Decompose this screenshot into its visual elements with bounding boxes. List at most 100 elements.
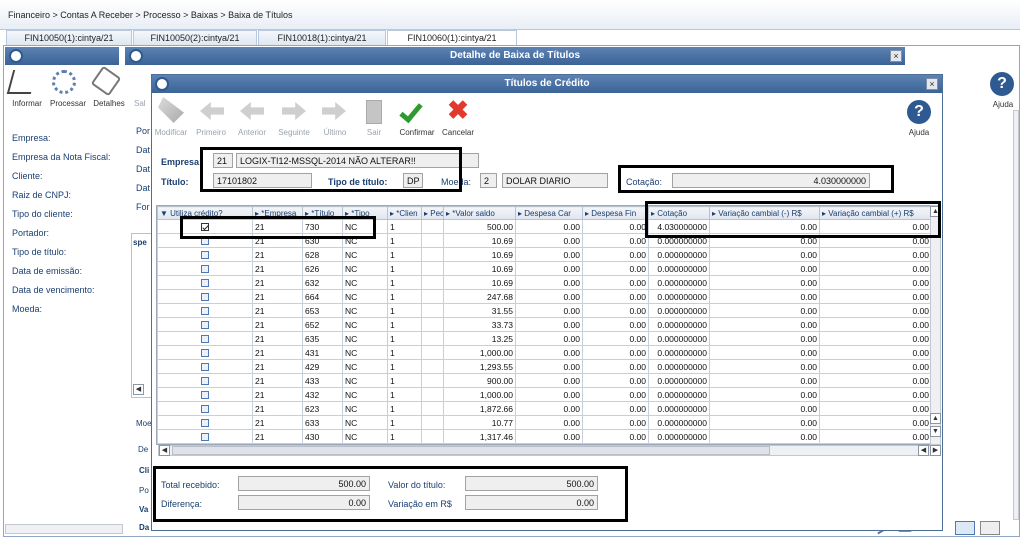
- table-row[interactable]: 21 623 NC 1 1,872.66 0.00 0.00 0.000000000 0.00 0…: [157, 401, 932, 416]
- table-row[interactable]: 21 635 NC 1 13.25 0.00 0.00 0.000000000 0.00 0.00: [157, 331, 932, 346]
- utiliza-credito-checkbox[interactable]: [201, 321, 209, 330]
- cell-titulo[interactable]: 652: [302, 317, 343, 332]
- cell-despesa-car[interactable]: 0.00: [515, 275, 583, 290]
- table-row[interactable]: 21 664 NC 1 247.68 0.00 0.00 0.000000000 0.00 0.0…: [157, 289, 932, 304]
- cell-cotacao[interactable]: 0.000000000: [648, 289, 710, 304]
- cell-titulo[interactable]: 626: [302, 261, 343, 276]
- anterior-button[interactable]: Anterior: [234, 128, 270, 137]
- tab-fin10018-1[interactable]: FIN10018(1):cintya/21: [258, 30, 386, 45]
- cell-tipo[interactable]: NC: [342, 401, 388, 416]
- cell-cotacao[interactable]: 0.000000000: [648, 415, 710, 430]
- cell-valor-saldo[interactable]: 13.25: [443, 331, 516, 346]
- cell-despesa-fin[interactable]: 0.00: [582, 331, 649, 346]
- utiliza-credito-checkbox[interactable]: [201, 349, 209, 358]
- cell-titulo[interactable]: 633: [302, 415, 343, 430]
- sair-icon[interactable]: [366, 100, 382, 124]
- cell-utiliza-credito[interactable]: [157, 373, 253, 388]
- cell-despesa-car[interactable]: 0.00: [515, 303, 583, 318]
- cell-variacao-pos[interactable]: 0.00: [819, 373, 932, 388]
- cell-tipo[interactable]: NC: [342, 359, 388, 374]
- cell-variacao-neg[interactable]: 0.00: [709, 331, 820, 346]
- dialog-close-button[interactable]: ×: [926, 78, 938, 90]
- cell-titulo[interactable]: 664: [302, 289, 343, 304]
- right-scrollbar[interactable]: [1013, 110, 1019, 520]
- cell-empresa[interactable]: 21: [252, 373, 303, 388]
- cell-titulo[interactable]: 432: [302, 387, 343, 402]
- utiliza-credito-checkbox[interactable]: [201, 419, 209, 428]
- cell-despesa-car[interactable]: 0.00: [515, 373, 583, 388]
- cell-cliente[interactable]: 1: [387, 415, 422, 430]
- cell-cliente[interactable]: 1: [387, 373, 422, 388]
- moeda-name-field[interactable]: DOLAR DIARIO: [502, 173, 608, 188]
- cell-utiliza-credito[interactable]: [157, 415, 253, 430]
- cell-cliente[interactable]: 1: [387, 303, 422, 318]
- cell-titulo[interactable]: 628: [302, 247, 343, 262]
- table-row[interactable]: 21 433 NC 1 900.00 0.00 0.00 0.000000000 0.00 0.0…: [157, 373, 932, 388]
- detail-close-button[interactable]: ×: [890, 50, 902, 62]
- table-row[interactable]: 21 431 NC 1 1,000.00 0.00 0.00 0.000000000 0.00 0…: [157, 345, 932, 360]
- table-row[interactable]: 21 626 NC 1 10.69 0.00 0.00 0.000000000 0.00 0.00: [157, 261, 932, 276]
- cell-cotacao[interactable]: 0.000000000: [648, 359, 710, 374]
- cell-cotacao[interactable]: 0.000000000: [648, 331, 710, 346]
- cancelar-button[interactable]: Cancelar: [439, 128, 477, 137]
- cell-cliente[interactable]: 1: [387, 261, 422, 276]
- cell-pec[interactable]: [421, 401, 444, 416]
- cell-valor-saldo[interactable]: 1,000.00: [443, 345, 516, 360]
- cell-variacao-pos[interactable]: 0.00: [819, 387, 932, 402]
- cell-despesa-car[interactable]: 0.00: [515, 359, 583, 374]
- cell-tipo[interactable]: NC: [342, 289, 388, 304]
- cell-cliente[interactable]: 1: [387, 345, 422, 360]
- cell-tipo[interactable]: NC: [342, 303, 388, 318]
- cell-despesa-car[interactable]: 0.00: [515, 401, 583, 416]
- cell-cotacao[interactable]: 0.000000000: [648, 261, 710, 276]
- cell-pec[interactable]: [421, 247, 444, 262]
- table-row[interactable]: 21 628 NC 1 10.69 0.00 0.00 0.000000000 0.00 0.00: [157, 247, 932, 262]
- grid-scroll-left[interactable]: ◀: [159, 445, 170, 456]
- cell-valor-saldo[interactable]: 10.69: [443, 275, 516, 290]
- cell-despesa-car[interactable]: 0.00: [515, 233, 583, 248]
- sair-button[interactable]: Sair: [360, 128, 388, 137]
- cell-variacao-pos[interactable]: 0.00: [819, 429, 932, 444]
- ajuda-button[interactable]: Ajuda: [988, 100, 1018, 109]
- cell-variacao-pos[interactable]: 0.00: [819, 261, 932, 276]
- table-row[interactable]: 21 653 NC 1 31.55 0.00 0.00 0.000000000 0.00 0.00: [157, 303, 932, 318]
- cell-utiliza-credito[interactable]: [157, 359, 253, 374]
- cell-utiliza-credito[interactable]: [157, 247, 253, 262]
- cell-titulo[interactable]: 429: [302, 359, 343, 374]
- cell-despesa-fin[interactable]: 0.00: [582, 359, 649, 374]
- cell-utiliza-credito[interactable]: [157, 317, 253, 332]
- cell-despesa-car[interactable]: 0.00: [515, 387, 583, 402]
- cell-despesa-fin[interactable]: 0.00: [582, 373, 649, 388]
- dialog-ajuda-button[interactable]: Ajuda: [904, 128, 934, 137]
- grid-vscroll[interactable]: [930, 205, 941, 445]
- cell-despesa-fin[interactable]: 0.00: [582, 401, 649, 416]
- cell-variacao-neg[interactable]: 0.00: [709, 429, 820, 444]
- cell-titulo[interactable]: 433: [302, 373, 343, 388]
- cell-variacao-neg[interactable]: 0.00: [709, 415, 820, 430]
- cell-valor-saldo[interactable]: 1,293.55: [443, 359, 516, 374]
- utiliza-credito-checkbox[interactable]: [201, 251, 209, 260]
- detalhes-button[interactable]: Detalhes: [90, 99, 128, 108]
- sal-button[interactable]: Sal: [134, 99, 146, 108]
- cell-despesa-fin[interactable]: 0.00: [582, 261, 649, 276]
- table-row[interactable]: 21 430 NC 1 1,317.46 0.00 0.00 0.000000000 0.00 0…: [157, 429, 932, 444]
- cell-valor-saldo[interactable]: 1,000.00: [443, 387, 516, 402]
- utiliza-credito-checkbox[interactable]: [201, 279, 209, 288]
- cell-pec[interactable]: [421, 275, 444, 290]
- table-row[interactable]: 21 633 NC 1 10.77 0.00 0.00 0.000000000 0.00 0.00: [157, 415, 932, 430]
- cell-tipo[interactable]: NC: [342, 275, 388, 290]
- ultimo-button[interactable]: Último: [318, 128, 352, 137]
- cell-variacao-neg[interactable]: 0.00: [709, 373, 820, 388]
- cell-despesa-car[interactable]: 0.00: [515, 247, 583, 262]
- cell-titulo[interactable]: 430: [302, 429, 343, 444]
- cell-utiliza-credito[interactable]: [157, 289, 253, 304]
- cell-variacao-pos[interactable]: 0.00: [819, 415, 932, 430]
- cell-valor-saldo[interactable]: 10.69: [443, 261, 516, 276]
- cell-valor-saldo[interactable]: 500.00: [443, 219, 516, 234]
- cell-despesa-car[interactable]: 0.00: [515, 317, 583, 332]
- utiliza-credito-checkbox[interactable]: [201, 335, 209, 344]
- cell-variacao-pos[interactable]: 0.00: [819, 289, 932, 304]
- left-panel-scrollbar[interactable]: [5, 524, 123, 534]
- cell-valor-saldo[interactable]: 10.77: [443, 415, 516, 430]
- cell-empresa[interactable]: 21: [252, 317, 303, 332]
